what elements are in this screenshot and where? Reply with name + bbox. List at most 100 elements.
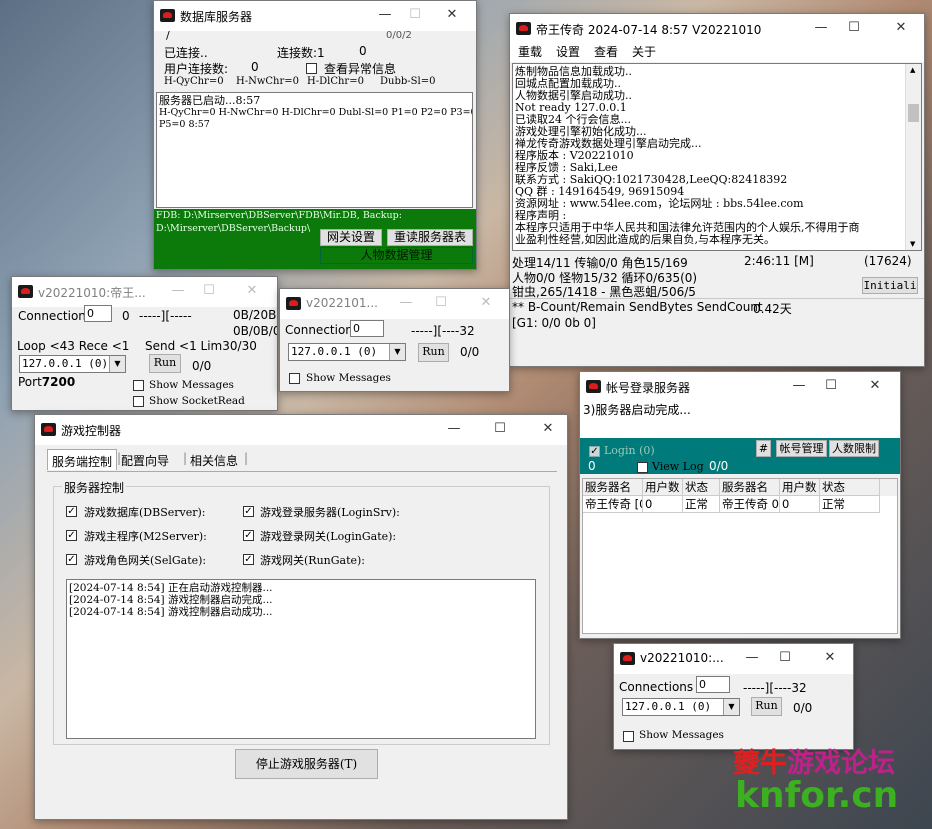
conn-count-label: 连接数:1 — [277, 46, 325, 60]
chevron-down-icon[interactable]: ▼ — [389, 344, 405, 360]
run-button[interactable]: Run — [149, 354, 181, 373]
close-button[interactable]: ✕ — [537, 419, 559, 439]
m2server-label: 游戏主程序(M2Server): — [84, 530, 207, 543]
close-button[interactable]: ✕ — [475, 293, 497, 313]
gate-window-1: v20221010:帝王... — ☐ ✕ Connection 0 0 ---… — [11, 276, 278, 411]
show-messages-checkbox[interactable] — [289, 373, 300, 384]
maximize-button[interactable]: ☐ — [198, 281, 220, 301]
size-1: 0B/20B — [233, 308, 277, 322]
tab-server-control[interactable]: 服务端控制 — [47, 449, 118, 470]
stop-server-button[interactable]: 停止游戏服务器(T) — [235, 749, 378, 779]
minimize-button[interactable]: — — [395, 293, 417, 313]
people-limit-button[interactable]: 人数限制 — [829, 440, 879, 457]
hash-button[interactable]: # — [756, 440, 771, 457]
db-log-memo[interactable]: 服务器已启动...8:57 H-QyChr=0 H-NwChr=0 H-DlCh… — [156, 92, 473, 208]
window-title: 帝王传奇 2024-07-14 8:57 V20221010 — [536, 23, 762, 37]
column-header: 用户数 — [780, 479, 820, 496]
stat-nwchr: H-NwChr=0 — [236, 76, 300, 87]
menu-about[interactable]: 关于 — [632, 43, 656, 60]
scroll-thumb[interactable] — [908, 104, 919, 122]
ip-select[interactable]: 127.0.0.1 (0) ▼ — [622, 698, 740, 716]
chevron-down-icon[interactable]: ▼ — [723, 699, 739, 715]
user-conn-value: 0 — [251, 60, 259, 74]
table-row[interactable]: 帝王传奇 [0 0 正常 帝王传奇 0 0 正常 — [583, 496, 897, 513]
minimize-button[interactable]: — — [443, 419, 465, 439]
loginsrv-checkbox[interactable]: ✓ — [243, 506, 254, 517]
ip-select[interactable]: 127.0.0.1 (0) ▼ — [19, 355, 126, 373]
minimize-button[interactable]: — — [810, 18, 832, 38]
menu-settings[interactable]: 设置 — [556, 43, 580, 60]
maximize-button[interactable]: ☐ — [489, 419, 511, 439]
initialize-button[interactable]: Initiali — [862, 277, 918, 294]
close-button[interactable]: ✕ — [819, 648, 841, 668]
selgate-checkbox[interactable]: ✓ — [66, 554, 77, 565]
chevron-down-icon[interactable]: ▼ — [109, 356, 125, 372]
server-control-group: 服务器控制 ✓ 游戏数据库(DBServer): ✓ 游戏登录服务器(Login… — [53, 479, 550, 745]
slash-label: / — [166, 29, 170, 42]
connection-field[interactable]: 0 — [350, 320, 384, 337]
reload-server-table-button[interactable]: 重读服务器表 — [387, 229, 473, 246]
run-button[interactable]: Run — [418, 343, 449, 362]
abnormal-checkbox[interactable] — [306, 63, 317, 74]
login-checkbox[interactable]: ✓ — [589, 446, 600, 457]
abnormal-label: 查看异常信息 — [324, 62, 397, 76]
close-button[interactable]: ✕ — [241, 281, 263, 301]
teal-field[interactable]: 0 — [588, 459, 596, 473]
tab-related-info[interactable]: 相关信息 — [190, 452, 238, 469]
dbserver-checkbox[interactable]: ✓ — [66, 506, 77, 517]
maximize-button[interactable]: ☐ — [430, 293, 452, 313]
run-button[interactable]: Run — [751, 697, 782, 716]
minimize-button[interactable]: — — [374, 5, 396, 25]
log-line: H-QyChr=0 H-NwChr=0 H-DlChr=0 Dubl-Sl=0 … — [159, 107, 473, 118]
title-bar: 帝王传奇 2024-07-14 8:57 V20221010 — ☐ ✕ — [510, 14, 924, 44]
divider — [510, 298, 924, 299]
logingate-checkbox[interactable]: ✓ — [243, 530, 254, 541]
app-icon — [286, 297, 301, 310]
minimize-button[interactable]: — — [741, 648, 763, 668]
app-icon — [18, 285, 33, 298]
watermark-line-2: knfor.cn — [735, 775, 899, 816]
table-cell: 正常 — [820, 496, 880, 513]
connection-label: Connection — [18, 309, 86, 323]
run-count: 0/0 — [192, 359, 212, 373]
ip-value: 127.0.0.1 (0) — [625, 700, 712, 713]
connection-field[interactable]: 0 — [84, 305, 112, 322]
m2-log-memo[interactable]: 炼制物品信息加载成功.. 回城点配置加载成功.. 人物数据引擎启动成功.. Not r… — [512, 63, 922, 251]
table-cell: 帝王传奇 0 — [720, 496, 780, 513]
title-bar: 帐号登录服务器 — ☐ ✕ — [580, 372, 900, 402]
minimize-button[interactable]: — — [788, 376, 810, 396]
minimize-button[interactable]: — — [167, 281, 189, 301]
people-data-button[interactable]: 人物数据管理 — [320, 247, 473, 264]
menu-reload[interactable]: 重载 — [518, 43, 542, 60]
title-bar: v20221010:帝王... — ☐ ✕ — [12, 277, 277, 307]
show-messages-checkbox[interactable] — [623, 731, 634, 742]
window-title: v20221010:... — [640, 651, 724, 665]
window-title: 帐号登录服务器 — [606, 381, 691, 395]
user-conn-label: 用户连接数: — [164, 62, 229, 76]
account-manage-button[interactable]: 帐号管理 — [776, 440, 827, 457]
close-button[interactable]: ✕ — [890, 18, 912, 38]
connected-label: 已连接.. — [164, 46, 208, 60]
view-log-checkbox[interactable] — [637, 462, 648, 473]
show-socket-checkbox[interactable] — [133, 396, 144, 407]
m2server-checkbox[interactable]: ✓ — [66, 530, 77, 541]
show-messages-checkbox[interactable] — [133, 380, 144, 391]
gateway-settings-button[interactable]: 网关设置 — [320, 229, 382, 246]
tab-separator: | — [244, 451, 249, 465]
ip-select[interactable]: 127.0.0.1 (0) ▼ — [288, 343, 406, 361]
connection-field[interactable]: 0 — [696, 676, 730, 693]
close-button[interactable]: ✕ — [441, 5, 463, 25]
ip-value: 127.0.0.1 (0) — [291, 345, 378, 358]
scrollbar[interactable]: ▲ ▼ — [905, 64, 921, 250]
server-table: 服务器名 用户数 状态 服务器名 用户数 状态 帝王传奇 [0 0 正常 帝王传奇 0 0 正常 — [582, 478, 898, 634]
maximize-button[interactable]: ☐ — [820, 376, 842, 396]
rungate-checkbox[interactable]: ✓ — [243, 554, 254, 565]
maximize-button[interactable]: ☐ — [843, 18, 865, 38]
dash-indicator: -----][----32 — [411, 324, 475, 338]
close-button[interactable]: ✕ — [864, 376, 886, 396]
dash-indicator: -----][----32 — [743, 681, 807, 695]
menu-view[interactable]: 查看 — [594, 43, 618, 60]
maximize-button[interactable]: ☐ — [774, 648, 796, 668]
controller-log[interactable]: [2024-07-14 8:54] 正在启动游戏控制器... [2024-07-… — [66, 579, 536, 739]
tab-config-wizard[interactable]: 配置向导 — [121, 452, 169, 469]
